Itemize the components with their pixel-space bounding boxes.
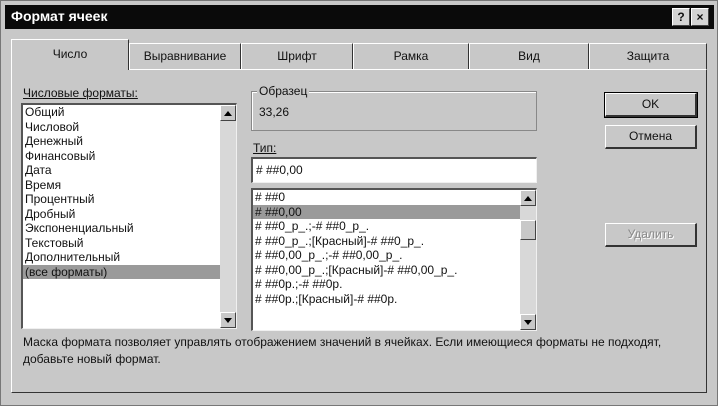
category-items: Общий Числовой Денежный Финансовый Дата Время… (23, 105, 236, 279)
list-item[interactable]: Дата (23, 163, 236, 178)
list-item[interactable]: Экспоненциальный (23, 221, 236, 236)
delete-button[interactable]: Удалить (605, 223, 697, 247)
scroll-up-button[interactable] (220, 105, 236, 121)
format-cells-dialog: Формат ячеек ? × Число Выравнивание Шриф… (0, 0, 718, 406)
type-items: # ##0 # ##0,00 # ##0_р_.;-# ##0_р_. # ##0_р… (253, 190, 536, 306)
list-item[interactable]: # ##0,00 (253, 204, 536, 219)
tab-label: Рамка (393, 49, 429, 63)
list-item[interactable]: Процентный (23, 192, 236, 207)
list-item[interactable]: # ##0р.;-# ##0р. (253, 277, 536, 292)
tab-label: Выравнивание (143, 49, 227, 63)
type-list[interactable]: # ##0 # ##0,00 # ##0_р_.;-# ##0_р_. # ##0_р… (251, 188, 537, 331)
list-item[interactable]: Текстовый (23, 236, 236, 251)
scroll-thumb[interactable] (520, 220, 536, 240)
sample-label: Образец (257, 84, 310, 98)
tab-label: Защита (626, 49, 670, 63)
tab-label: Вид (518, 49, 540, 63)
category-list[interactable]: Общий Числовой Денежный Финансовый Дата Время… (21, 103, 237, 329)
list-item[interactable]: Время (23, 178, 236, 193)
type-scrollbar[interactable] (520, 190, 536, 330)
delete-label: Удалить (627, 227, 674, 241)
type-input[interactable]: # ##0,00 (251, 157, 537, 183)
type-input-value: # ##0,00 (256, 163, 303, 177)
scroll-down-button[interactable] (520, 314, 536, 330)
arrow-up-icon (224, 111, 232, 116)
tab-number[interactable]: Число (11, 39, 129, 70)
close-icon[interactable]: × (691, 8, 709, 26)
tab-border[interactable]: Рамка (353, 43, 469, 69)
ok-label: OK (641, 97, 660, 111)
list-item[interactable]: # ##0_р_.;[Красный]-# ##0_р_. (253, 234, 536, 249)
sample-value: 33,26 (259, 105, 290, 119)
tab-alignment[interactable]: Выравнивание (129, 43, 241, 69)
list-item[interactable]: (все форматы) (23, 264, 236, 279)
ok-button[interactable]: OK (604, 92, 698, 118)
cancel-button[interactable]: Отмена (605, 125, 697, 149)
scroll-up-button[interactable] (520, 190, 536, 206)
tab-protection[interactable]: Защита (589, 43, 707, 69)
list-item[interactable]: Общий (23, 105, 236, 120)
dialog-title: Формат ячеек (11, 8, 108, 24)
arrow-down-icon (524, 320, 532, 325)
list-item[interactable]: # ##0,00_р_.;[Красный]-# ##0,00_р_. (253, 263, 536, 278)
list-item[interactable]: Денежный (23, 134, 236, 149)
help-icon[interactable]: ? (672, 8, 690, 26)
tab-label: Шрифт (277, 49, 317, 63)
list-item[interactable]: Финансовый (23, 149, 236, 164)
cancel-label: Отмена (628, 129, 673, 143)
tab-font[interactable]: Шрифт (241, 43, 353, 69)
list-item[interactable]: # ##0_р_.;-# ##0_р_. (253, 219, 536, 234)
list-item[interactable]: Дробный (23, 207, 236, 222)
list-item[interactable]: # ##0 (253, 190, 536, 205)
title-bar[interactable]: Формат ячеек ? × (5, 5, 714, 29)
type-label: Тип: (253, 141, 277, 155)
category-scrollbar[interactable] (220, 105, 236, 328)
scroll-down-button[interactable] (220, 312, 236, 328)
list-item[interactable]: # ##0р.;[Красный]-# ##0р. (253, 292, 536, 307)
categories-label: Числовые форматы: (23, 86, 138, 100)
format-description: Маска формата позволяет управлять отобра… (23, 335, 662, 366)
list-item[interactable]: # ##0,00_р_.;-# ##0,00_р_. (253, 248, 536, 263)
list-item[interactable]: Числовой (23, 120, 236, 135)
tab-label: Число (52, 47, 88, 61)
tab-view[interactable]: Вид (469, 43, 589, 69)
arrow-down-icon (224, 318, 232, 323)
arrow-up-icon (524, 196, 532, 201)
list-item[interactable]: Дополнительный (23, 250, 236, 265)
